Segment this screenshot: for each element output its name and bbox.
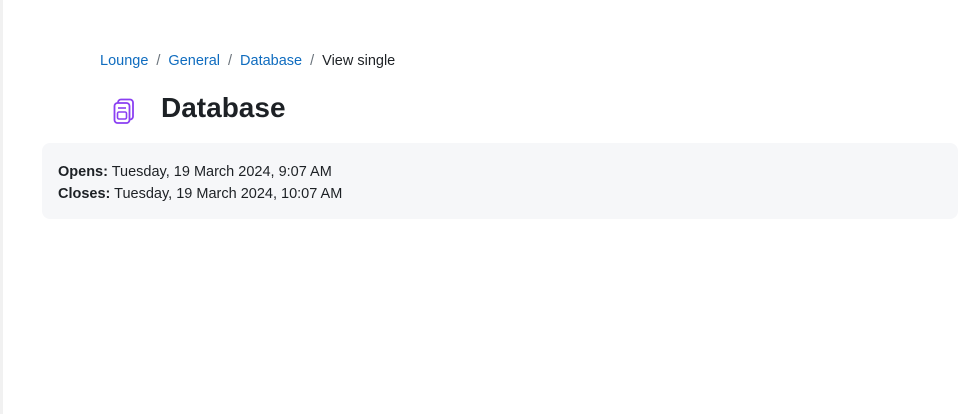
breadcrumb-link-database[interactable]: Database — [240, 53, 302, 69]
breadcrumb-separator: / — [228, 53, 233, 69]
database-activity-icon — [110, 96, 142, 128]
breadcrumb-current: View single — [322, 53, 396, 69]
opens-date: Opens: Tuesday, 19 March 2024, 9:07 AM — [58, 161, 942, 183]
breadcrumb-separator: / — [310, 53, 315, 69]
closes-label: Closes: — [58, 186, 111, 202]
breadcrumb-separator: / — [156, 53, 161, 69]
page-header: Database — [110, 88, 286, 128]
closes-date: Closes: Tuesday, 19 March 2024, 10:07 AM — [58, 183, 942, 205]
page-title: Database — [161, 92, 286, 123]
closes-value: Tuesday, 19 March 2024, 10:07 AM — [114, 186, 343, 202]
opens-label: Opens: — [58, 164, 108, 180]
breadcrumb-link-lounge[interactable]: Lounge — [100, 53, 148, 69]
breadcrumb-link-general[interactable]: General — [168, 53, 220, 69]
breadcrumb: Lounge / General / Database / View singl… — [100, 53, 395, 69]
activity-dates: Opens: Tuesday, 19 March 2024, 9:07 AM C… — [42, 143, 958, 219]
opens-value: Tuesday, 19 March 2024, 9:07 AM — [111, 164, 332, 180]
page-left-edge — [0, 0, 3, 414]
